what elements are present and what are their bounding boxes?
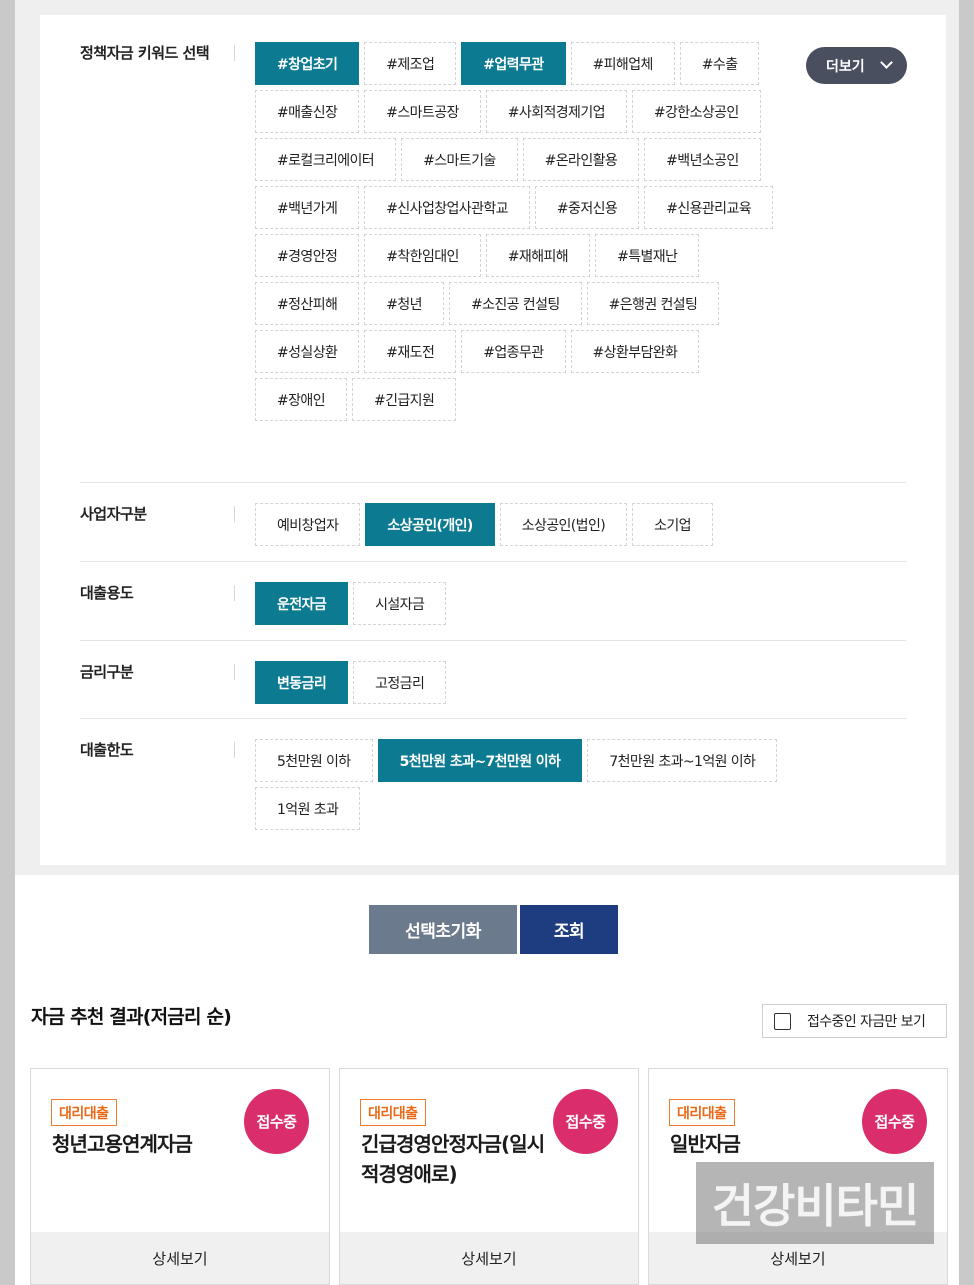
filter-chip[interactable]: #정산피해: [255, 282, 360, 325]
filter-chip[interactable]: #창업초기: [255, 42, 360, 85]
divider: [80, 482, 906, 483]
business-type-label: 사업자구분: [80, 503, 235, 524]
chevron-down-icon: [880, 56, 893, 69]
loan-limit-row: 대출한도 5천만원 이하 5천만원 초과~7천만원 이하 7천만원 초과~1억원 이…: [80, 739, 906, 839]
filter-panel: 정책자금 키워드 선택 #창업초기 #제조업 #업력무관 #피해업체 #수출 #매출신장 #…: [15, 0, 959, 875]
filter-box: 정책자금 키워드 선택 #창업초기 #제조업 #업력무관 #피해업체 #수출 #매출신장 #…: [40, 15, 946, 865]
reset-button[interactable]: 선택초기화: [369, 905, 517, 954]
filter-chip[interactable]: #수출: [679, 42, 760, 85]
filter-chip[interactable]: #신용관리교육: [644, 186, 773, 229]
filter-chip[interactable]: #스마트기술: [401, 138, 518, 181]
loan-purpose-row: 대출용도 운전자금 시설자금: [80, 582, 906, 630]
filter-chip[interactable]: #청년: [364, 282, 444, 325]
filter-chip[interactable]: 1억원 초과: [255, 787, 361, 830]
checkbox-icon[interactable]: [774, 1012, 791, 1030]
filter-chip[interactable]: 5천만원 초과~7천만원 이하: [377, 739, 583, 782]
detail-button[interactable]: 상세보기: [340, 1232, 638, 1284]
loan-purpose-chips: 운전자금 시설자금: [255, 582, 795, 625]
open-only-label: 접수중인 자금만 보기: [807, 1014, 926, 1030]
filter-chip[interactable]: #장애인: [255, 378, 347, 421]
filter-chip[interactable]: #중저신용: [534, 186, 640, 229]
filter-chip[interactable]: #긴급지원: [351, 378, 457, 421]
filter-chip[interactable]: #신사업창업사관학교: [364, 186, 530, 229]
filter-chip[interactable]: #온라인활용: [522, 138, 640, 181]
filter-chip[interactable]: 시설자금: [353, 582, 447, 625]
filter-chip[interactable]: 소기업: [632, 503, 713, 546]
filter-chip[interactable]: #제조업: [364, 42, 457, 85]
loan-type-badge: 대리대출: [51, 1099, 117, 1126]
loan-type-badge: 대리대출: [669, 1099, 735, 1126]
results-title: 자금 추천 결과(저금리 순): [31, 1006, 232, 1028]
divider: [80, 561, 906, 562]
interest-type-label: 금리구분: [80, 661, 235, 682]
detail-button[interactable]: 상세보기: [31, 1232, 329, 1284]
filter-chip[interactable]: #은행권 컨설팅: [586, 282, 720, 325]
filter-chip[interactable]: #백년가게: [255, 186, 360, 229]
keyword-row: 정책자금 키워드 선택 #창업초기 #제조업 #업력무관 #피해업체 #수출 #매출신장 #…: [80, 42, 906, 482]
fund-card: 대리대출 청년고용연계자금 접수중 상세보기: [30, 1068, 330, 1285]
filter-chip[interactable]: 고정금리: [353, 661, 447, 704]
filter-chip[interactable]: #매출신장: [255, 90, 360, 133]
more-button-label: 더보기: [826, 58, 865, 75]
filter-chip[interactable]: #재해피해: [485, 234, 591, 277]
filter-chip[interactable]: #강한소상공인: [631, 90, 761, 133]
filter-chip[interactable]: #소진공 컨설팅: [448, 282, 582, 325]
loan-limit-chips: 5천만원 이하 5천만원 초과~7천만원 이하 7천만원 초과~1억원 이하 1억원 …: [255, 739, 815, 830]
filter-chip[interactable]: 변동금리: [255, 661, 349, 704]
filter-chip[interactable]: #재도전: [364, 330, 457, 373]
fund-name: 긴급경영안정자금(일시적경영애로): [361, 1132, 545, 1186]
filter-chip[interactable]: #스마트공장: [364, 90, 481, 133]
filter-chip[interactable]: 예비창업자: [255, 503, 361, 546]
filter-chip[interactable]: #백년소공인: [644, 138, 761, 181]
filter-chip[interactable]: #로컬크리에이터: [255, 138, 397, 181]
filter-chip[interactable]: 소상공인(법인): [499, 503, 628, 546]
loan-limit-label: 대출한도: [80, 739, 235, 760]
filter-chip[interactable]: #상환부담완화: [570, 330, 700, 373]
interest-type-chips: 변동금리 고정금리: [255, 661, 795, 704]
filter-chip[interactable]: #피해업체: [570, 42, 675, 85]
filter-chip[interactable]: #특별재난: [595, 234, 700, 277]
loan-type-badge: 대리대출: [360, 1099, 426, 1126]
business-type-row: 사업자구분 예비창업자 소상공인(개인) 소상공인(법인) 소기업: [80, 503, 906, 551]
filter-chip[interactable]: 소상공인(개인): [365, 503, 495, 546]
status-badge: 접수중: [553, 1089, 618, 1154]
filter-chip[interactable]: 5천만원 이하: [255, 739, 373, 782]
filter-chip[interactable]: #착한임대인: [364, 234, 481, 277]
filter-chip[interactable]: #사회적경제기업: [485, 90, 627, 133]
interest-type-row: 금리구분 변동금리 고정금리: [80, 661, 906, 709]
filter-chip[interactable]: #경영안정: [255, 234, 360, 277]
status-badge: 접수중: [244, 1089, 309, 1154]
open-only-checkbox[interactable]: 접수중인 자금만 보기: [762, 1004, 947, 1038]
fund-name: 일반자금: [670, 1132, 741, 1156]
keyword-label: 정책자금 키워드 선택: [80, 42, 235, 63]
filter-chip[interactable]: #업종무관: [461, 330, 566, 373]
more-button[interactable]: 더보기: [806, 47, 907, 84]
divider: [80, 640, 906, 641]
filter-chip[interactable]: 7천만원 초과~1억원 이하: [587, 739, 778, 782]
business-type-chips: 예비창업자 소상공인(개인) 소상공인(법인) 소기업: [255, 503, 855, 546]
status-badge: 접수중: [862, 1089, 927, 1154]
filter-chip[interactable]: 운전자금: [255, 582, 349, 625]
filter-chip[interactable]: #업력무관: [461, 42, 566, 85]
filter-chip[interactable]: #성실상환: [255, 330, 360, 373]
search-button[interactable]: 조회: [520, 905, 618, 954]
keyword-chips: #창업초기 #제조업 #업력무관 #피해업체 #수출 #매출신장 #스마트공장 #사회적경제기…: [255, 42, 795, 421]
watermark: 건강비타민: [696, 1162, 934, 1244]
divider: [80, 718, 906, 719]
fund-card: 대리대출 긴급경영안정자금(일시적경영애로) 접수중 상세보기: [339, 1068, 639, 1285]
fund-name: 청년고용연계자금: [52, 1132, 193, 1156]
loan-purpose-label: 대출용도: [80, 582, 235, 603]
